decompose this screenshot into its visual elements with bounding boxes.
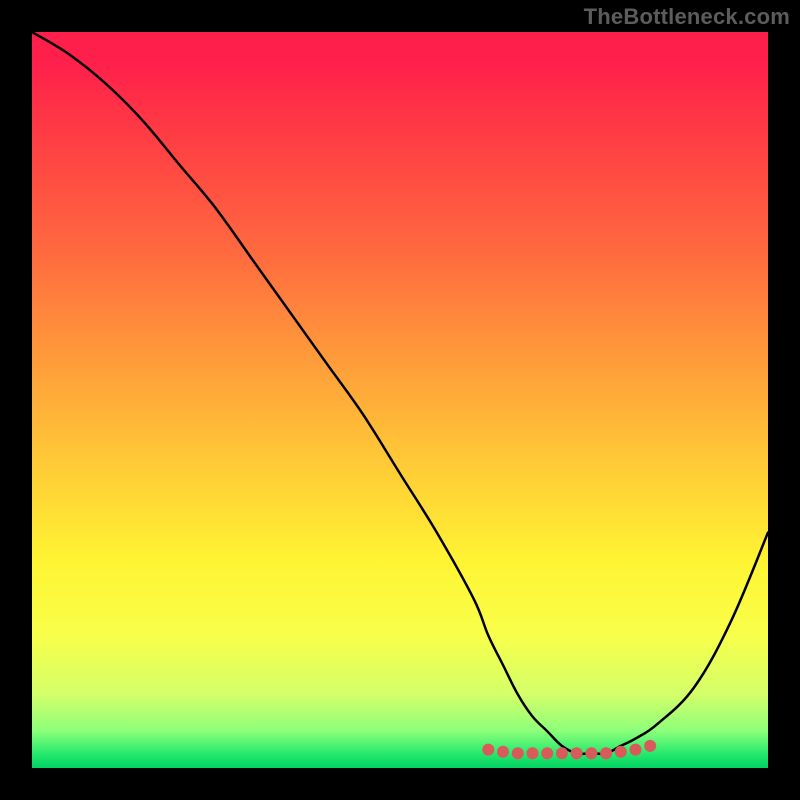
curve-svg xyxy=(32,32,768,768)
valley-dot xyxy=(542,748,553,759)
valley-dot xyxy=(527,748,538,759)
valley-dot xyxy=(615,746,626,757)
valley-dot xyxy=(571,748,582,759)
bottleneck-curve xyxy=(32,32,768,754)
valley-dot xyxy=(645,740,656,751)
watermark-text: TheBottleneck.com xyxy=(584,4,790,30)
valley-dot xyxy=(512,748,523,759)
valley-dot xyxy=(630,744,641,755)
valley-dot xyxy=(601,748,612,759)
valley-dot xyxy=(498,746,509,757)
plot-area xyxy=(32,32,768,768)
chart-container: TheBottleneck.com xyxy=(0,0,800,800)
valley-dot xyxy=(556,748,567,759)
valley-dot xyxy=(586,748,597,759)
valley-dot xyxy=(483,744,494,755)
